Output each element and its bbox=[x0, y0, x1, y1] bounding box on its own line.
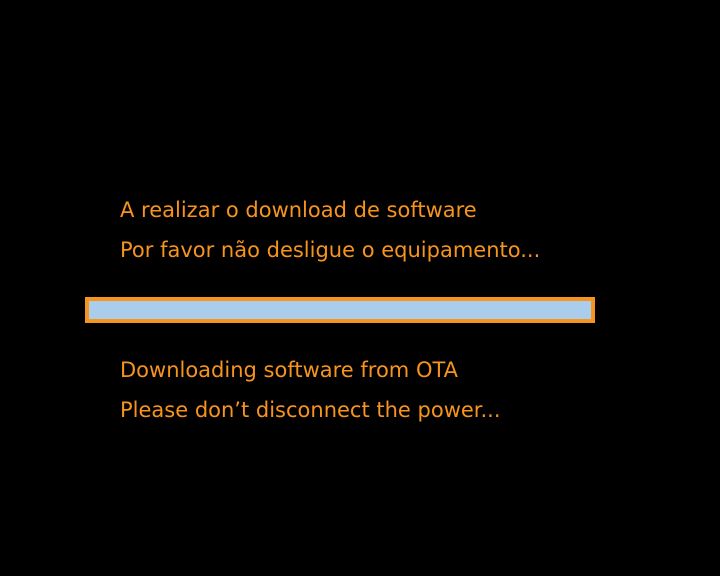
download-progress-bar bbox=[85, 297, 595, 323]
download-status-en: Downloading software from OTA bbox=[120, 358, 459, 382]
ota-update-screen: { "messages": { "pt_line1": "A realizar … bbox=[0, 0, 720, 576]
power-warning-pt: Por favor não desligue o equipamento... bbox=[120, 238, 541, 262]
download-status-pt: A realizar o download de software bbox=[120, 198, 477, 222]
download-progress-fill bbox=[89, 301, 591, 319]
power-warning-en: Please don’t disconnect the power... bbox=[120, 398, 501, 422]
